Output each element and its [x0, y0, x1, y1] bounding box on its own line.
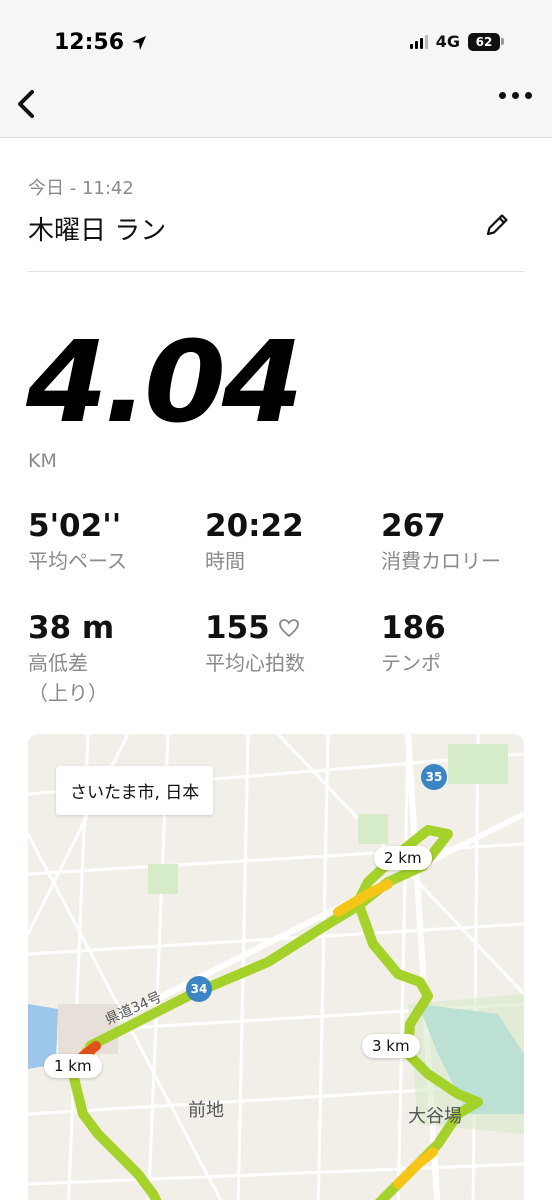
place-label: 前地	[188, 1100, 224, 1121]
stat-calories: 267 消費カロリー	[381, 508, 501, 576]
network-type: 4G	[435, 32, 460, 51]
chevron-left-icon[interactable]	[10, 84, 46, 124]
stat-elevation: 38 m 高低差 （上り）	[28, 610, 114, 708]
km-marker: 2 km	[374, 846, 432, 870]
location-label: さいたま市, 日本	[56, 766, 214, 815]
stat-label: 消費カロリー	[381, 549, 501, 573]
ellipsis-icon[interactable]	[499, 92, 532, 99]
stat-value: 38 m	[28, 610, 115, 646]
distance-unit: KM	[28, 450, 57, 472]
stat-value-row: 155	[205, 610, 305, 646]
stat-value: 155	[205, 610, 270, 646]
nav-bar	[0, 70, 552, 138]
status-indicators: 4G 62	[409, 32, 504, 51]
km-marker: 1 km	[44, 1054, 102, 1078]
stat-cadence: 186 テンポ	[381, 610, 446, 678]
road-number-badge: 35	[421, 764, 447, 790]
signal-icon	[409, 34, 428, 49]
stat-heart-rate: 155 平均心拍数	[205, 610, 305, 678]
heart-icon	[278, 619, 299, 638]
clock-text: 12:56	[54, 30, 125, 55]
stat-value: 20:22	[205, 508, 304, 544]
route-map[interactable]: さいたま市, 日本 2 km 3 km 1 km 前地 大谷場 34 35 県道…	[28, 734, 524, 1200]
km-marker: 3 km	[362, 1034, 420, 1058]
pencil-icon[interactable]	[482, 210, 512, 240]
stat-value: 5'02''	[28, 508, 122, 544]
stat-avg-pace: 5'02'' 平均ペース	[28, 508, 127, 576]
distance-value: 4.04	[26, 318, 304, 448]
stat-label: 平均ペース	[28, 549, 127, 573]
battery-icon: 62	[468, 32, 504, 51]
stat-value: 267	[381, 508, 446, 544]
activity-date: 今日 - 11:42	[28, 178, 134, 199]
activity-title: 木曜日 ラン	[28, 216, 167, 246]
stat-label: 高低差 （上り）	[28, 651, 108, 705]
stat-label: テンポ	[381, 651, 441, 675]
road-number-badge: 34	[186, 976, 212, 1002]
battery-level: 62	[468, 32, 500, 51]
stat-label: 時間	[205, 549, 245, 573]
place-label: 大谷場	[408, 1106, 462, 1127]
divider	[28, 271, 524, 272]
location-arrow-icon	[132, 35, 147, 50]
stat-duration: 20:22 時間	[205, 508, 304, 576]
status-time: 12:56	[54, 30, 148, 55]
stat-label: 平均心拍数	[205, 651, 305, 675]
stat-value: 186	[381, 610, 446, 646]
